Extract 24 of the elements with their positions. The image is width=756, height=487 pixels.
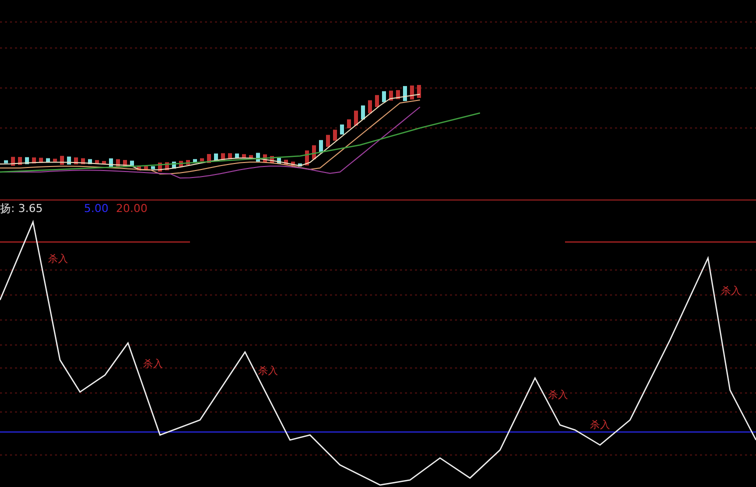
candlestick <box>333 130 337 141</box>
candlestick <box>382 91 386 102</box>
signal-label: 杀入 <box>258 366 278 377</box>
candlestick <box>319 140 323 154</box>
candlestick <box>368 100 372 114</box>
candlestick <box>375 95 379 108</box>
candlestick <box>417 84 421 98</box>
level-value: 5.00 <box>84 202 108 215</box>
candlestick <box>396 90 400 100</box>
candlestick <box>354 110 358 126</box>
signal-label: 杀入 <box>143 359 163 370</box>
candlestick <box>389 90 393 101</box>
level-value: 20.00 <box>116 202 148 215</box>
candlestick <box>305 150 309 166</box>
signal-label: 杀入 <box>48 254 68 265</box>
candlestick <box>403 86 407 102</box>
signal-label: 杀入 <box>721 286 741 297</box>
candlestick <box>312 145 316 160</box>
signal-label: 杀入 <box>548 390 568 401</box>
signal-label: 杀入 <box>590 420 610 431</box>
candlestick <box>326 134 330 147</box>
candlestick <box>361 105 365 120</box>
candlestick <box>410 86 414 100</box>
indicator-value: 扬: 3.65 <box>0 202 43 215</box>
